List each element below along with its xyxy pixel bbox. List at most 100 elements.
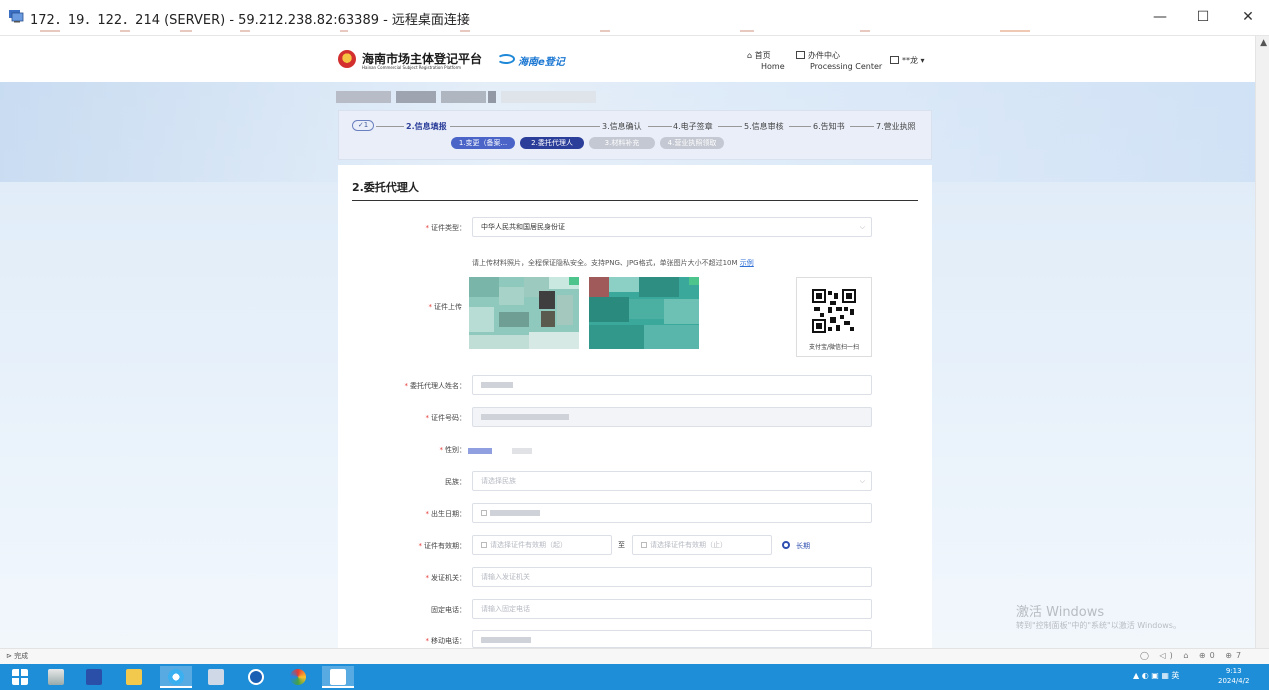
step-connector	[718, 126, 742, 127]
id-type-select[interactable]: 中华人民共和国居民身份证 ⌵	[472, 217, 872, 237]
folder-icon	[126, 669, 142, 685]
site-header	[0, 36, 1255, 82]
ethnic-placeholder: 请选择民族	[481, 477, 516, 485]
taskbar-app-browser[interactable]	[282, 666, 314, 688]
mobile-input[interactable]	[472, 630, 872, 648]
nav-processing-cn: 办件中心	[808, 51, 840, 60]
close-button[interactable]: ✕	[1238, 8, 1258, 26]
start-button[interactable]	[4, 666, 36, 688]
powershell-icon	[86, 669, 102, 685]
nav-user-menu[interactable]: **龙 ▾	[890, 55, 925, 66]
qr-caption: 支付宝/微信扫一扫	[808, 344, 860, 351]
substep-2-agent[interactable]: 2.委托代理人	[520, 137, 584, 149]
taskbar-file-explorer[interactable]	[118, 666, 150, 688]
chevron-down-icon: ⌵	[859, 223, 865, 231]
server-manager-icon	[48, 669, 64, 685]
landline-input[interactable]: 请输入固定电话	[472, 599, 872, 619]
taskbar-app-s[interactable]	[240, 666, 272, 688]
step-7-business-license: 7.营业执照	[876, 122, 916, 131]
calendar-icon	[481, 510, 487, 516]
substep-3-materials[interactable]: 3.材料补充	[589, 137, 655, 149]
long-term-radio[interactable]	[782, 541, 790, 549]
chevron-down-icon: ⌵	[859, 477, 865, 485]
nav-user-name: **龙	[902, 56, 918, 65]
national-emblem-icon	[338, 50, 356, 68]
progress-steps-card	[338, 110, 932, 160]
id-number-label: * 证件号码：	[425, 414, 467, 422]
clock-date: 2024/4/2	[1218, 677, 1250, 685]
s-app-icon	[248, 669, 264, 685]
scroll-up-icon[interactable]: ▲	[1260, 38, 1267, 48]
status-text: ⊳ 完成	[6, 652, 29, 660]
remote-desktop-icon	[9, 10, 24, 23]
taskbar-internet-explorer[interactable]	[160, 666, 192, 688]
id-type-value: 中华人民共和国居民身份证	[481, 223, 565, 231]
taskbar-powershell[interactable]	[78, 666, 110, 688]
browser-status-bar	[0, 648, 1269, 664]
user-card-icon	[890, 56, 899, 64]
title-underline-decoration	[40, 30, 1040, 33]
calendar-icon	[481, 542, 487, 548]
ethnic-select[interactable]: 请选择民族 ⌵	[472, 471, 872, 491]
taskbar-network[interactable]	[200, 666, 232, 688]
id-card-back-image[interactable]	[589, 277, 699, 349]
vertical-scrollbar[interactable]	[1255, 36, 1269, 648]
upload-example-link[interactable]: 示例	[740, 259, 754, 267]
hainan-e-registration-logo: 海南e登记	[518, 57, 565, 68]
birth-date-input[interactable]	[472, 503, 872, 523]
tray-expand-icon[interactable]: ▲	[1133, 671, 1139, 680]
company-name-redacted	[336, 91, 596, 103]
calendar-icon	[641, 542, 647, 548]
step-6-notice: 6.告知书	[813, 122, 845, 131]
long-term-label[interactable]: 长期	[796, 541, 810, 551]
section-divider	[352, 200, 918, 201]
activate-windows-hint: 转到"控制面板"中的"系统"以激活 Windows。	[1016, 621, 1181, 630]
agent-name-input[interactable]	[472, 375, 872, 395]
id-type-label: * 证件类型：	[425, 224, 467, 232]
validity-end-input[interactable]: 请选择证件有效期（止）	[632, 535, 772, 555]
network-icon	[208, 669, 224, 685]
qr-code-icon	[812, 289, 856, 333]
internet-explorer-icon	[168, 669, 184, 685]
step-connector	[850, 126, 874, 127]
section-title: 2.委托代理人	[352, 181, 419, 194]
validity-to-separator: 至	[618, 541, 625, 549]
taskbar-clock[interactable]: 9:13 2024/4/2	[1218, 666, 1249, 686]
id-card-front-image[interactable]	[469, 277, 579, 349]
step-connector	[450, 126, 600, 127]
id-number-input[interactable]	[472, 407, 872, 427]
issuer-label: * 发证机关：	[425, 574, 467, 582]
gender-value	[468, 446, 532, 455]
step-5-info-review: 5.信息审核	[744, 122, 784, 131]
birth-date-label: * 出生日期：	[425, 510, 467, 518]
nav-processing-center[interactable]: 办件中心 Processing Center	[796, 50, 882, 72]
minimize-button[interactable]: —	[1150, 8, 1170, 26]
nav-home-en: Home	[761, 62, 785, 71]
window-title: 172．19．122．214 (SERVER) - 59.212.238.82:…	[30, 13, 470, 28]
landline-label: 固定电话：	[431, 606, 466, 614]
mobile-label: * 移动电话：	[425, 637, 467, 645]
step-connector	[376, 126, 404, 127]
platform-logo-english: Hainan Commercial Subject Registration P…	[362, 65, 462, 70]
system-tray[interactable]: ▲ ◐ ▣ ▦ 英	[1133, 670, 1179, 681]
substep-4-license-pickup[interactable]: 4.营业执照领取	[660, 137, 724, 149]
hainan-e-registration-logo-icon	[497, 54, 515, 64]
document-icon	[796, 51, 805, 59]
taskbar-server-manager[interactable]	[40, 666, 72, 688]
substep-1-change-filing[interactable]: 1.变更（备案...	[451, 137, 515, 149]
chevron-down-icon: ▾	[920, 56, 925, 65]
activate-windows-watermark: 激活 Windows	[1016, 605, 1105, 620]
nav-processing-en: Processing Center	[810, 62, 883, 71]
taskbar-wps[interactable]	[322, 666, 354, 688]
maximize-button[interactable]: ☐	[1193, 8, 1213, 26]
validity-label: * 证件有效期：	[418, 542, 467, 550]
step-2-info-fill: 2.信息填报	[406, 122, 447, 131]
redacted-value	[481, 414, 569, 420]
issuer-input[interactable]: 请输入发证机关	[472, 567, 872, 587]
step-1-completed: ✓1	[352, 120, 374, 131]
step-connector	[648, 126, 672, 127]
nav-home[interactable]: ⌂ 首页 Home	[747, 50, 785, 72]
step-3-info-confirm: 3.信息确认	[602, 122, 642, 131]
clock-time: 9:13	[1225, 667, 1242, 675]
validity-start-input[interactable]: 请选择证件有效期（起）	[472, 535, 612, 555]
